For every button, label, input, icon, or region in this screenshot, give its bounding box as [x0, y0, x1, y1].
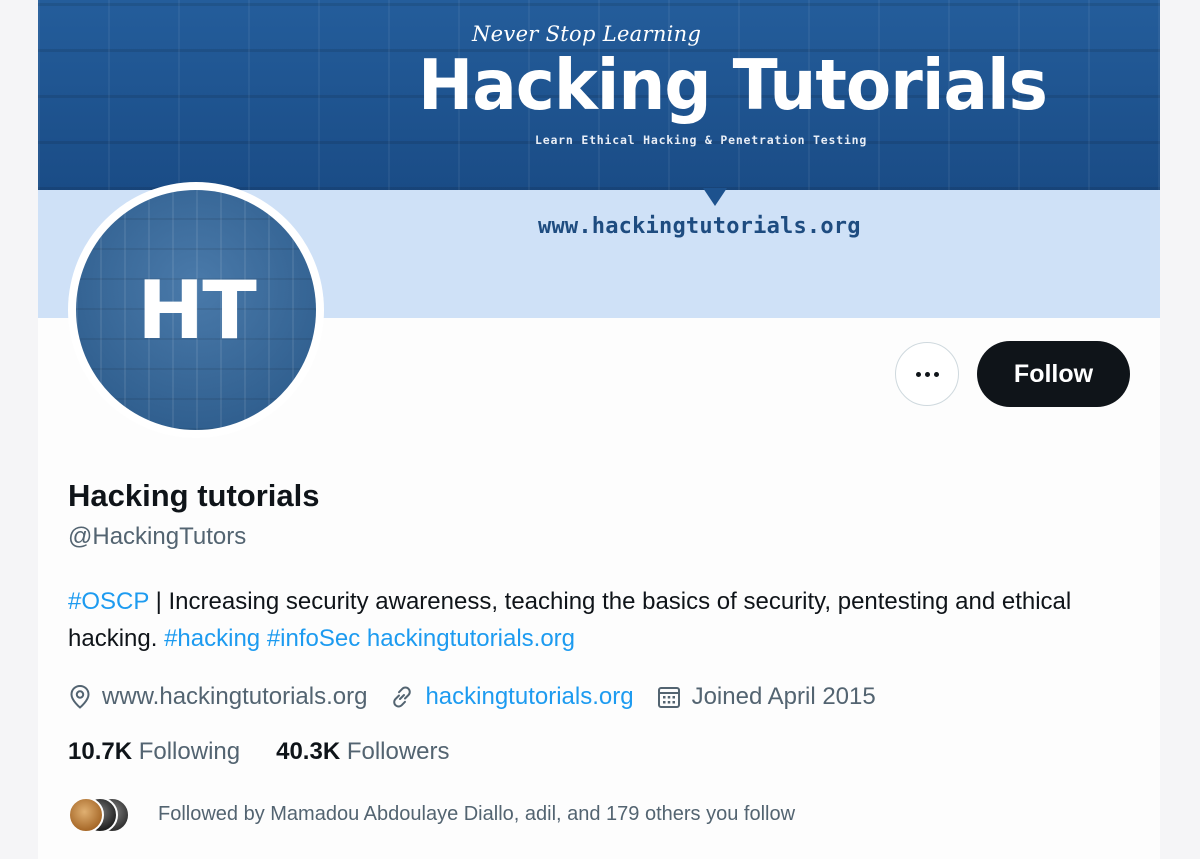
- website-item[interactable]: hackingtutorials.org: [389, 683, 634, 711]
- followers-count: 40.3K: [276, 738, 341, 765]
- avatar-image: HT: [76, 190, 316, 430]
- calendar-icon: [657, 687, 680, 708]
- banner-slogan: Never Stop Learning: [472, 22, 702, 46]
- banner-title: Hacking Tutorials: [418, 45, 1048, 126]
- banner-url: www.hackingtutorials.org: [538, 214, 861, 239]
- following-label: Following: [138, 738, 241, 765]
- more-options-button[interactable]: [895, 342, 959, 406]
- banner-subtitle: Learn Ethical Hacking & Penetration Test…: [535, 133, 868, 147]
- followed-by-text: Followed by Mamadou Abdoulaye Diallo, ad…: [158, 802, 796, 825]
- location-item: www.hackingtutorials.org: [68, 683, 367, 711]
- following-stat[interactable]: 10.7K Following: [68, 738, 240, 766]
- website-link[interactable]: hackingtutorials.org: [425, 683, 633, 711]
- profile-card: Never Stop Learning Hacking Tutorials Le…: [38, 0, 1160, 859]
- avatar-initials: HT: [137, 264, 257, 357]
- hashtag-oscp[interactable]: #OSCP: [68, 588, 149, 615]
- profile-bio: #OSCP | Increasing security awareness, t…: [68, 583, 1128, 657]
- link-icon: [393, 686, 412, 708]
- following-count: 10.7K: [68, 738, 133, 765]
- joined-item: Joined April 2015: [656, 683, 876, 711]
- user-handle: @HackingTutors: [68, 523, 247, 550]
- followers-label: Followers: [346, 738, 450, 765]
- hashtag-hacking[interactable]: #hacking: [164, 625, 260, 652]
- followed-by[interactable]: Followed by Mamadou Abdoulaye Diallo, ad…: [68, 797, 796, 833]
- profile-meta: www.hackingtutorials.org hackingtutorial…: [68, 677, 898, 717]
- more-dots-icon: [915, 371, 939, 377]
- follower-avatar: [68, 797, 104, 833]
- avatar[interactable]: HT: [68, 182, 324, 438]
- profile-stats: 10.7K Following 40.3K Followers: [68, 738, 486, 766]
- follow-button[interactable]: Follow: [977, 341, 1130, 407]
- joined-text: Joined April 2015: [691, 683, 876, 710]
- location-text: www.hackingtutorials.org: [102, 683, 368, 710]
- banner-notch: [703, 188, 727, 206]
- follower-avatars: [68, 797, 130, 833]
- display-name: Hacking tutorials: [68, 478, 320, 513]
- location-pin-icon: [70, 684, 90, 709]
- bio-link[interactable]: hackingtutorials.org: [367, 625, 575, 652]
- hashtag-infosec[interactable]: #infoSec: [267, 625, 360, 652]
- followers-stat[interactable]: 40.3K Followers: [276, 738, 449, 766]
